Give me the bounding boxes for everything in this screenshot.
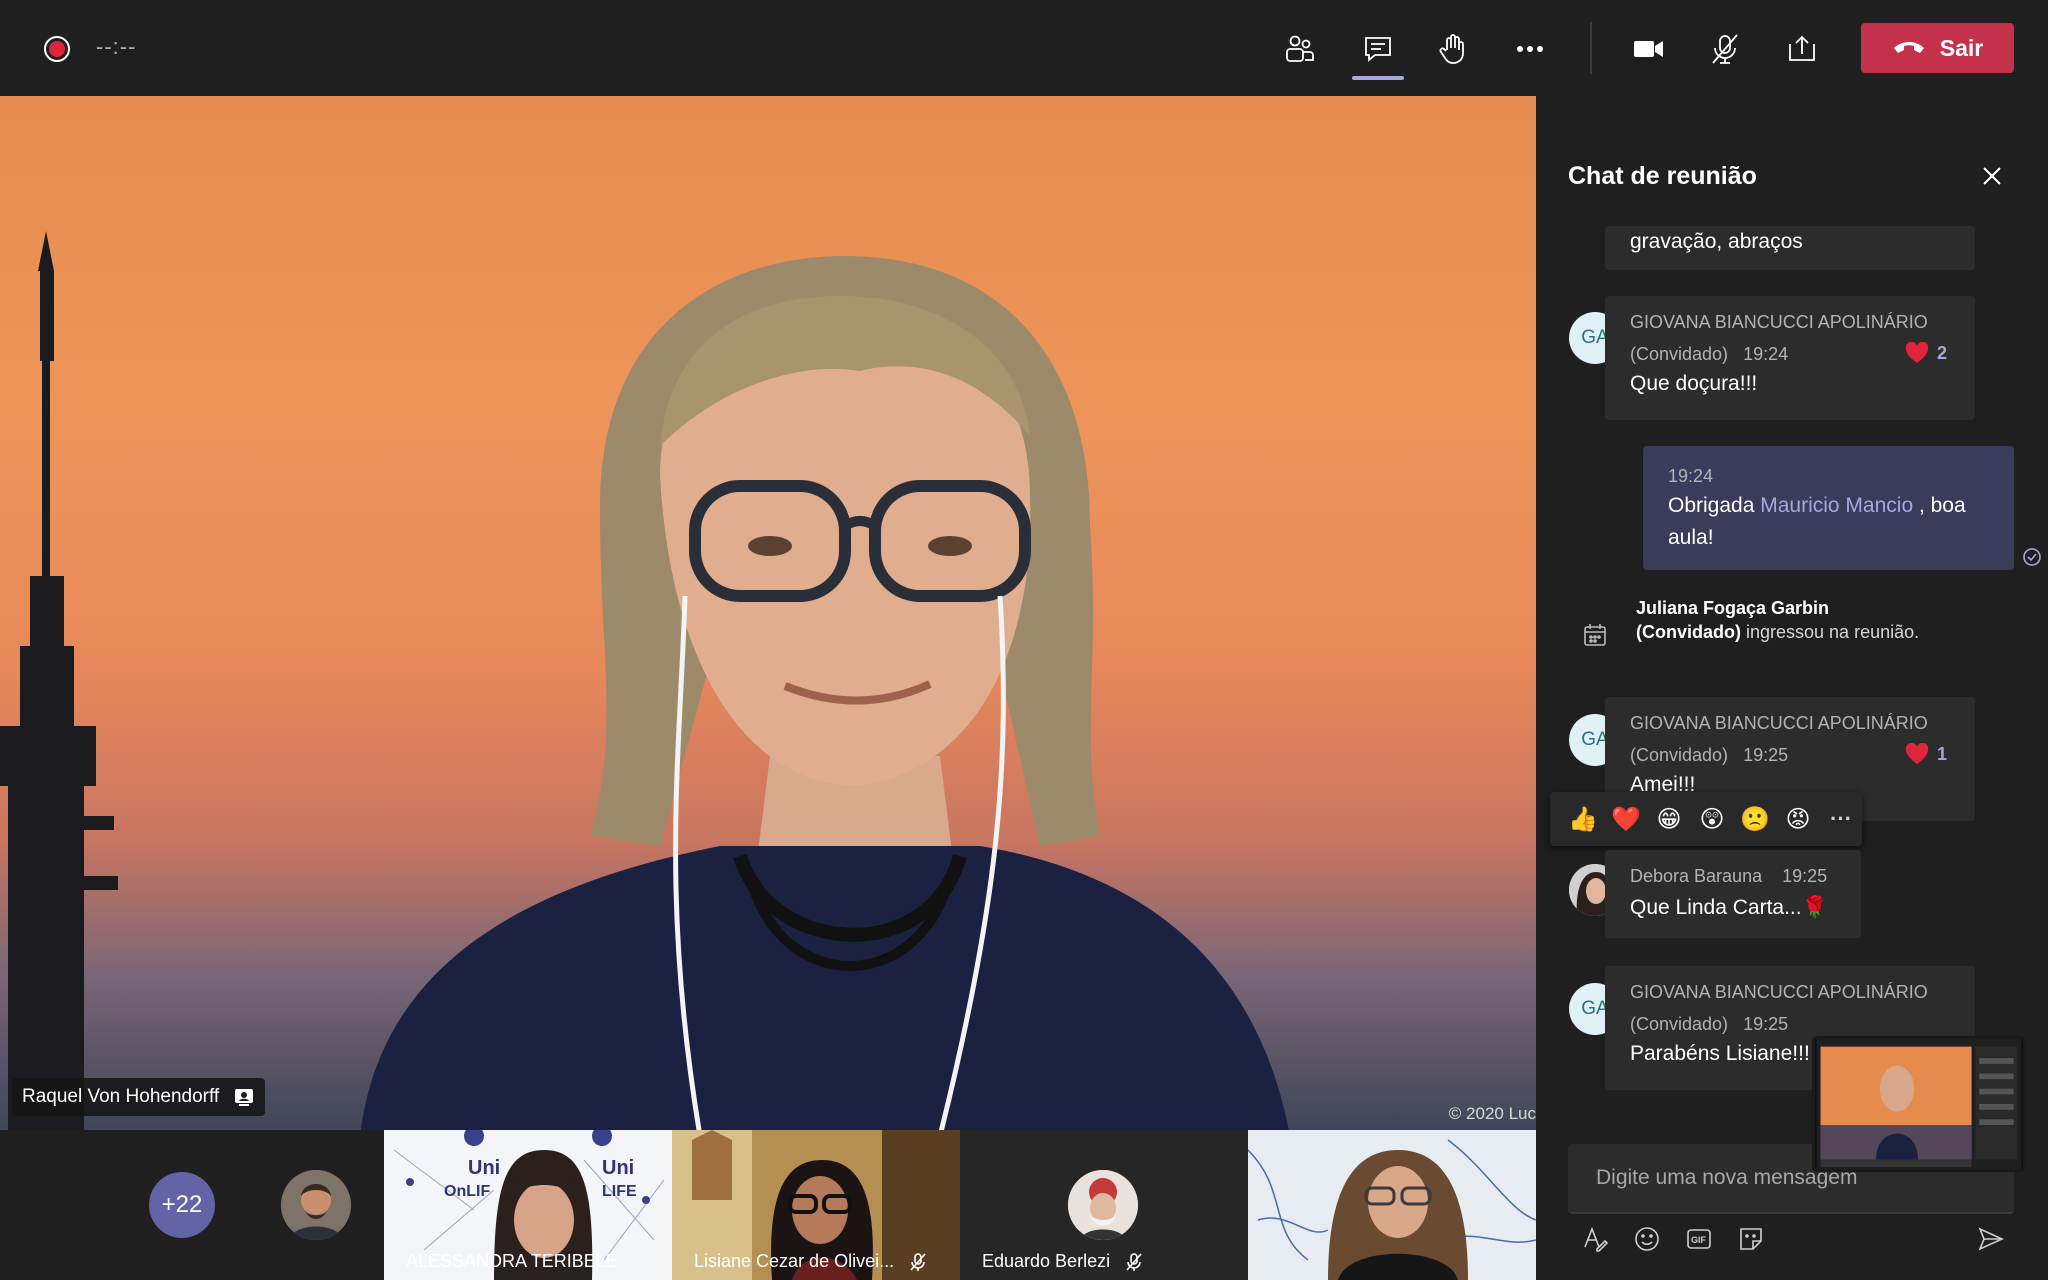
svg-text:OnLIF: OnLIF	[444, 1183, 490, 1200]
system-join-message: Juliana Fogaça Garbin (Convidado) ingres…	[1636, 598, 1920, 642]
chat-button[interactable]	[1353, 24, 1403, 74]
sticker-button[interactable]	[1734, 1222, 1768, 1256]
camera-button[interactable]	[1623, 24, 1673, 74]
background-tower-silhouette	[0, 231, 118, 1130]
participant-tile[interactable]: Lisiane Cezar de Olivei...	[672, 1130, 960, 1280]
more-icon	[1517, 46, 1543, 52]
svg-text:Uni: Uni	[602, 1157, 634, 1179]
sticker-icon	[1740, 1228, 1762, 1250]
calendar-join-icon	[1584, 624, 1606, 646]
sent-check-icon	[2023, 548, 2041, 566]
participant-tile[interactable]	[1248, 1130, 1536, 1280]
avatar-photo	[1068, 1170, 1138, 1240]
format-button[interactable]	[1578, 1222, 1612, 1256]
more-options-button[interactable]	[1505, 24, 1555, 74]
heart-reaction-icon[interactable]: ❤️	[1611, 804, 1641, 834]
chat-icon	[1365, 37, 1391, 62]
participant-avatar[interactable]	[281, 1170, 351, 1240]
video-camera-icon	[1634, 41, 1663, 57]
compose-toolbar: GIF	[1578, 1222, 2018, 1262]
participants-button[interactable]	[1274, 24, 1324, 74]
leave-button[interactable]: Sair	[1861, 23, 2014, 73]
participant-tile[interactable]: Eduardo Berlezi	[960, 1130, 1248, 1280]
mic-off-icon	[1126, 1252, 1142, 1271]
toolbar-divider	[1590, 22, 1592, 74]
share-tray-icon	[1789, 35, 1815, 61]
participant-name: ALESSANDRA TERIBELE	[406, 1251, 618, 1271]
angry-reaction-icon[interactable]: 😡	[1783, 804, 1813, 834]
my-chat-message[interactable]: 19:24 Obrigada Mauricio Mancio , boa aul…	[1643, 446, 2014, 570]
mic-off-icon	[1712, 34, 1738, 64]
main-speaker-video: © 2020 Luc	[0, 96, 1536, 1130]
sad-reaction-icon[interactable]: 🙁	[1740, 804, 1770, 834]
heart-reaction[interactable]: 2	[1905, 342, 1947, 364]
heart-icon	[1905, 342, 1929, 363]
close-chat-button[interactable]	[1978, 162, 2006, 190]
speaker-person	[360, 256, 1289, 1130]
emoji-button[interactable]	[1630, 1222, 1664, 1256]
meeting-timer: --:--	[96, 34, 137, 59]
raise-hand-button[interactable]	[1428, 24, 1478, 74]
reaction-picker: 👍 ❤️ 😁 😲 🙁 😡 ···	[1550, 792, 1862, 846]
participant-tile[interactable]: Uni OnLIF Uni LIFE ALESSANDRA TERIBELE	[384, 1130, 672, 1280]
heart-icon	[1905, 743, 1929, 764]
avatar-photo	[281, 1170, 351, 1240]
svg-text:GIF: GIF	[1691, 1235, 1707, 1245]
emoji-icon	[1635, 1227, 1659, 1251]
gif-button[interactable]: GIF	[1682, 1222, 1716, 1256]
chat-active-indicator	[1352, 76, 1404, 80]
self-view-thumbnail	[1816, 1039, 2022, 1169]
surprised-reaction-icon[interactable]: 😲	[1697, 804, 1727, 834]
close-icon	[1983, 167, 2001, 185]
more-participants-badge[interactable]: +22	[149, 1172, 215, 1238]
speaker-name: Raquel Von Hohendorff	[22, 1086, 220, 1107]
mic-button[interactable]	[1700, 24, 1750, 74]
like-reaction-icon[interactable]: 👍	[1568, 804, 1598, 834]
participant-name: Lisiane Cezar de Olivei...	[694, 1251, 928, 1272]
chat-message[interactable]: Debora Barauna 19:25 Que Linda Carta...🌹	[1605, 850, 1861, 938]
participant-avatar	[1068, 1170, 1138, 1240]
leave-label: Sair	[1939, 34, 1984, 61]
recording-icon	[44, 36, 70, 62]
teams-meeting-window: --:-- Sair © 2020 Luc Raquel Von Hohendo…	[0, 0, 2048, 1280]
chat-message[interactable]: GIOVANA BIANCUCCI APOLINÁRIO (Convidado)…	[1605, 296, 1975, 420]
chat-message: gravação, abraços	[1605, 226, 1975, 270]
chat-title: Chat de reunião	[1568, 162, 1757, 190]
format-text-icon	[1584, 1226, 1609, 1252]
mention[interactable]: Mauricio Mancio	[1760, 494, 1913, 517]
self-view-preview[interactable]	[1812, 1036, 2026, 1172]
laugh-reaction-icon[interactable]: 😁	[1654, 804, 1684, 834]
gif-icon: GIF	[1687, 1229, 1711, 1249]
send-icon	[1978, 1227, 2004, 1251]
svg-text:Uni: Uni	[468, 1157, 500, 1179]
heart-reaction[interactable]: 1	[1905, 743, 1947, 765]
svg-text:LIFE: LIFE	[602, 1183, 637, 1200]
send-button[interactable]	[1974, 1222, 2008, 1256]
meeting-toolbar: --:-- Sair	[0, 0, 2048, 96]
participants-icon	[1286, 35, 1314, 62]
presenter-icon	[235, 1089, 254, 1106]
more-reactions-icon[interactable]: ···	[1826, 804, 1856, 834]
hand-icon	[1439, 34, 1464, 64]
participant-name: Eduardo Berlezi	[982, 1251, 1144, 1272]
share-screen-button[interactable]	[1777, 24, 1827, 74]
mic-off-icon	[910, 1252, 926, 1271]
hang-up-icon	[1893, 42, 1924, 53]
participant-video	[1248, 1130, 1536, 1280]
speaker-name-label: Raquel Von Hohendorff	[12, 1078, 266, 1116]
video-watermark: © 2020 Luc	[1448, 1104, 1536, 1123]
